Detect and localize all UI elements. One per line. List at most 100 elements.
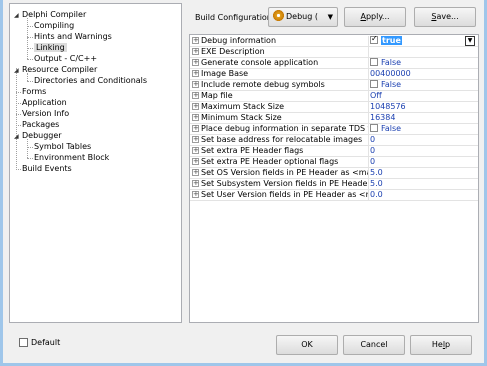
property-row[interactable]: + Set extra PE Header optional flags 0 [190, 157, 478, 168]
expand-icon[interactable]: + [192, 147, 199, 154]
property-value-text: 0.0 [370, 190, 383, 199]
property-grid[interactable]: +Debug informationtrue▼+EXE Description+… [189, 34, 479, 323]
expand-icon[interactable]: + [192, 158, 199, 165]
expand-icon[interactable]: + [192, 136, 199, 143]
property-name: Minimum Stack Size [201, 113, 369, 123]
tree-item-label: Resource Compiler [22, 65, 98, 74]
expand-arrow-icon[interactable]: ◢ [14, 65, 22, 76]
property-value-text: Off [370, 91, 382, 100]
build-configuration-value: Debug ( [286, 12, 320, 21]
property-name: Image Base [201, 69, 369, 79]
tree-item-delphi-compiler[interactable]: ◢ Delphi Compiler [14, 9, 86, 20]
tree-item-linking[interactable]: Linking [34, 42, 67, 53]
property-row[interactable]: + Set OS Version fields in PE Header as <… [190, 168, 478, 179]
property-row[interactable]: +Debug information true ▼ [190, 36, 478, 47]
tree-item-application[interactable]: Application [22, 97, 67, 108]
property-value-text: 00400000 [370, 69, 411, 78]
expand-icon[interactable]: + [192, 180, 199, 187]
expand-icon[interactable]: + [192, 103, 199, 110]
property-value[interactable]: 5.0 [370, 179, 476, 189]
expand-icon[interactable]: + [192, 59, 199, 66]
property-value[interactable]: 0.0 [370, 190, 476, 200]
property-row[interactable]: + Set extra PE Header flags 0 [190, 146, 478, 157]
expand-arrow-icon[interactable]: ◢ [14, 131, 22, 142]
property-value[interactable]: False [370, 58, 476, 68]
value-checkbox[interactable] [370, 124, 378, 132]
property-row[interactable]: + Minimum Stack Size 16384 [190, 113, 478, 124]
property-value[interactable]: 5.0 [370, 168, 476, 178]
expand-arrow-icon[interactable]: ◢ [14, 10, 22, 21]
save-button[interactable]: Save... [414, 7, 476, 27]
expand-icon[interactable]: + [192, 191, 199, 198]
property-value[interactable]: False [370, 124, 476, 134]
chevron-down-icon: ▼ [327, 13, 333, 21]
property-row[interactable]: + EXE Description [190, 47, 478, 58]
property-row[interactable]: + Place debug information in separate TDS… [190, 124, 478, 135]
property-value[interactable]: 0 [370, 135, 476, 145]
gear-icon [273, 10, 284, 21]
tree-item-label: Debugger [22, 131, 62, 140]
value-checkbox[interactable] [370, 80, 378, 88]
expand-icon[interactable]: + [192, 169, 199, 176]
property-value[interactable]: 1048576 [370, 102, 476, 112]
property-row[interactable]: + Set base address for relocatable images… [190, 135, 478, 146]
tree-item-packages[interactable]: Packages [22, 119, 59, 130]
property-value[interactable]: true [370, 36, 476, 46]
tree-connector [16, 169, 21, 170]
options-tree[interactable]: ◢ Delphi Compiler Compiling Hints and Warni… [9, 3, 182, 323]
default-checkbox[interactable] [19, 338, 28, 347]
property-row[interactable]: + Set Subsystem Version fields in PE Head… [190, 179, 478, 190]
property-name: Set extra PE Header flags [201, 146, 369, 156]
expand-icon[interactable]: + [192, 125, 199, 132]
value-checkbox[interactable] [370, 36, 378, 44]
expand-icon[interactable]: + [192, 37, 199, 44]
property-row[interactable]: + Map file Off [190, 91, 478, 102]
property-row[interactable]: + Generate console application False [190, 58, 478, 69]
tree-item-compiling[interactable]: Compiling [34, 20, 74, 31]
apply-button[interactable]: Apply... [344, 7, 406, 27]
expand-icon[interactable]: + [192, 48, 199, 55]
tree-item-label: Symbol Tables [34, 142, 92, 151]
value-dropdown-chevron-down-icon[interactable]: ▼ [465, 36, 475, 46]
tree-item-directories-and-conditionals[interactable]: Directories and Conditionals [34, 75, 147, 86]
tree-item-environment-block[interactable]: Environment Block [34, 152, 109, 163]
tree-connector [16, 68, 17, 170]
property-value[interactable]: 00400000 [370, 69, 476, 79]
tree-connector [27, 18, 28, 59]
property-row[interactable]: + Image Base 00400000 [190, 69, 478, 80]
cancel-button[interactable]: Cancel [343, 335, 405, 355]
property-value[interactable]: 0 [370, 146, 476, 156]
expand-icon[interactable]: + [192, 81, 199, 88]
tree-item-version-info[interactable]: Version Info [22, 108, 69, 119]
tree-item-forms[interactable]: Forms [22, 86, 46, 97]
tree-item-hints-and-warnings[interactable]: Hints and Warnings [34, 31, 112, 42]
build-configuration-label: Build Configuration: [195, 13, 275, 22]
expand-icon[interactable]: + [192, 114, 199, 121]
value-checkbox[interactable] [370, 58, 378, 66]
expand-icon[interactable]: + [192, 70, 199, 77]
ok-button[interactable]: OK [276, 335, 338, 355]
property-name: Set OS Version fields in PE Header as <m… [201, 168, 369, 178]
property-name: Generate console application [201, 58, 369, 68]
property-name: Set extra PE Header optional flags [201, 157, 369, 167]
tree-item-symbol-tables[interactable]: Symbol Tables [34, 141, 91, 152]
property-row[interactable]: + Maximum Stack Size 1048576 [190, 102, 478, 113]
tree-item-build-events[interactable]: Build Events [22, 163, 72, 174]
property-row[interactable]: + Include remote debug symbols False [190, 80, 478, 91]
property-value-text: 16384 [370, 113, 396, 122]
tree-connector [27, 48, 33, 49]
tree-item-debugger[interactable]: ◢ Debugger [14, 130, 62, 141]
tree-item-label: Forms [22, 87, 47, 96]
property-value[interactable]: False [370, 80, 476, 90]
tree-item-resource-compiler[interactable]: ◢ Resource Compiler [14, 64, 97, 75]
property-value[interactable]: 0 [370, 157, 476, 167]
tree-connector [27, 81, 33, 82]
property-row[interactable]: + Set User Version fields in PE Header as… [190, 190, 478, 201]
property-value[interactable]: Off [370, 91, 476, 101]
tree-item-label: Hints and Warnings [34, 32, 112, 41]
build-configuration-select[interactable]: Debug ( ▼ [268, 7, 338, 27]
expand-icon[interactable]: + [192, 92, 199, 99]
help-button[interactable]: Help [410, 335, 472, 355]
property-value[interactable]: 16384 [370, 113, 476, 123]
tree-item-output-c-c[interactable]: Output - C/C++ [34, 53, 97, 64]
